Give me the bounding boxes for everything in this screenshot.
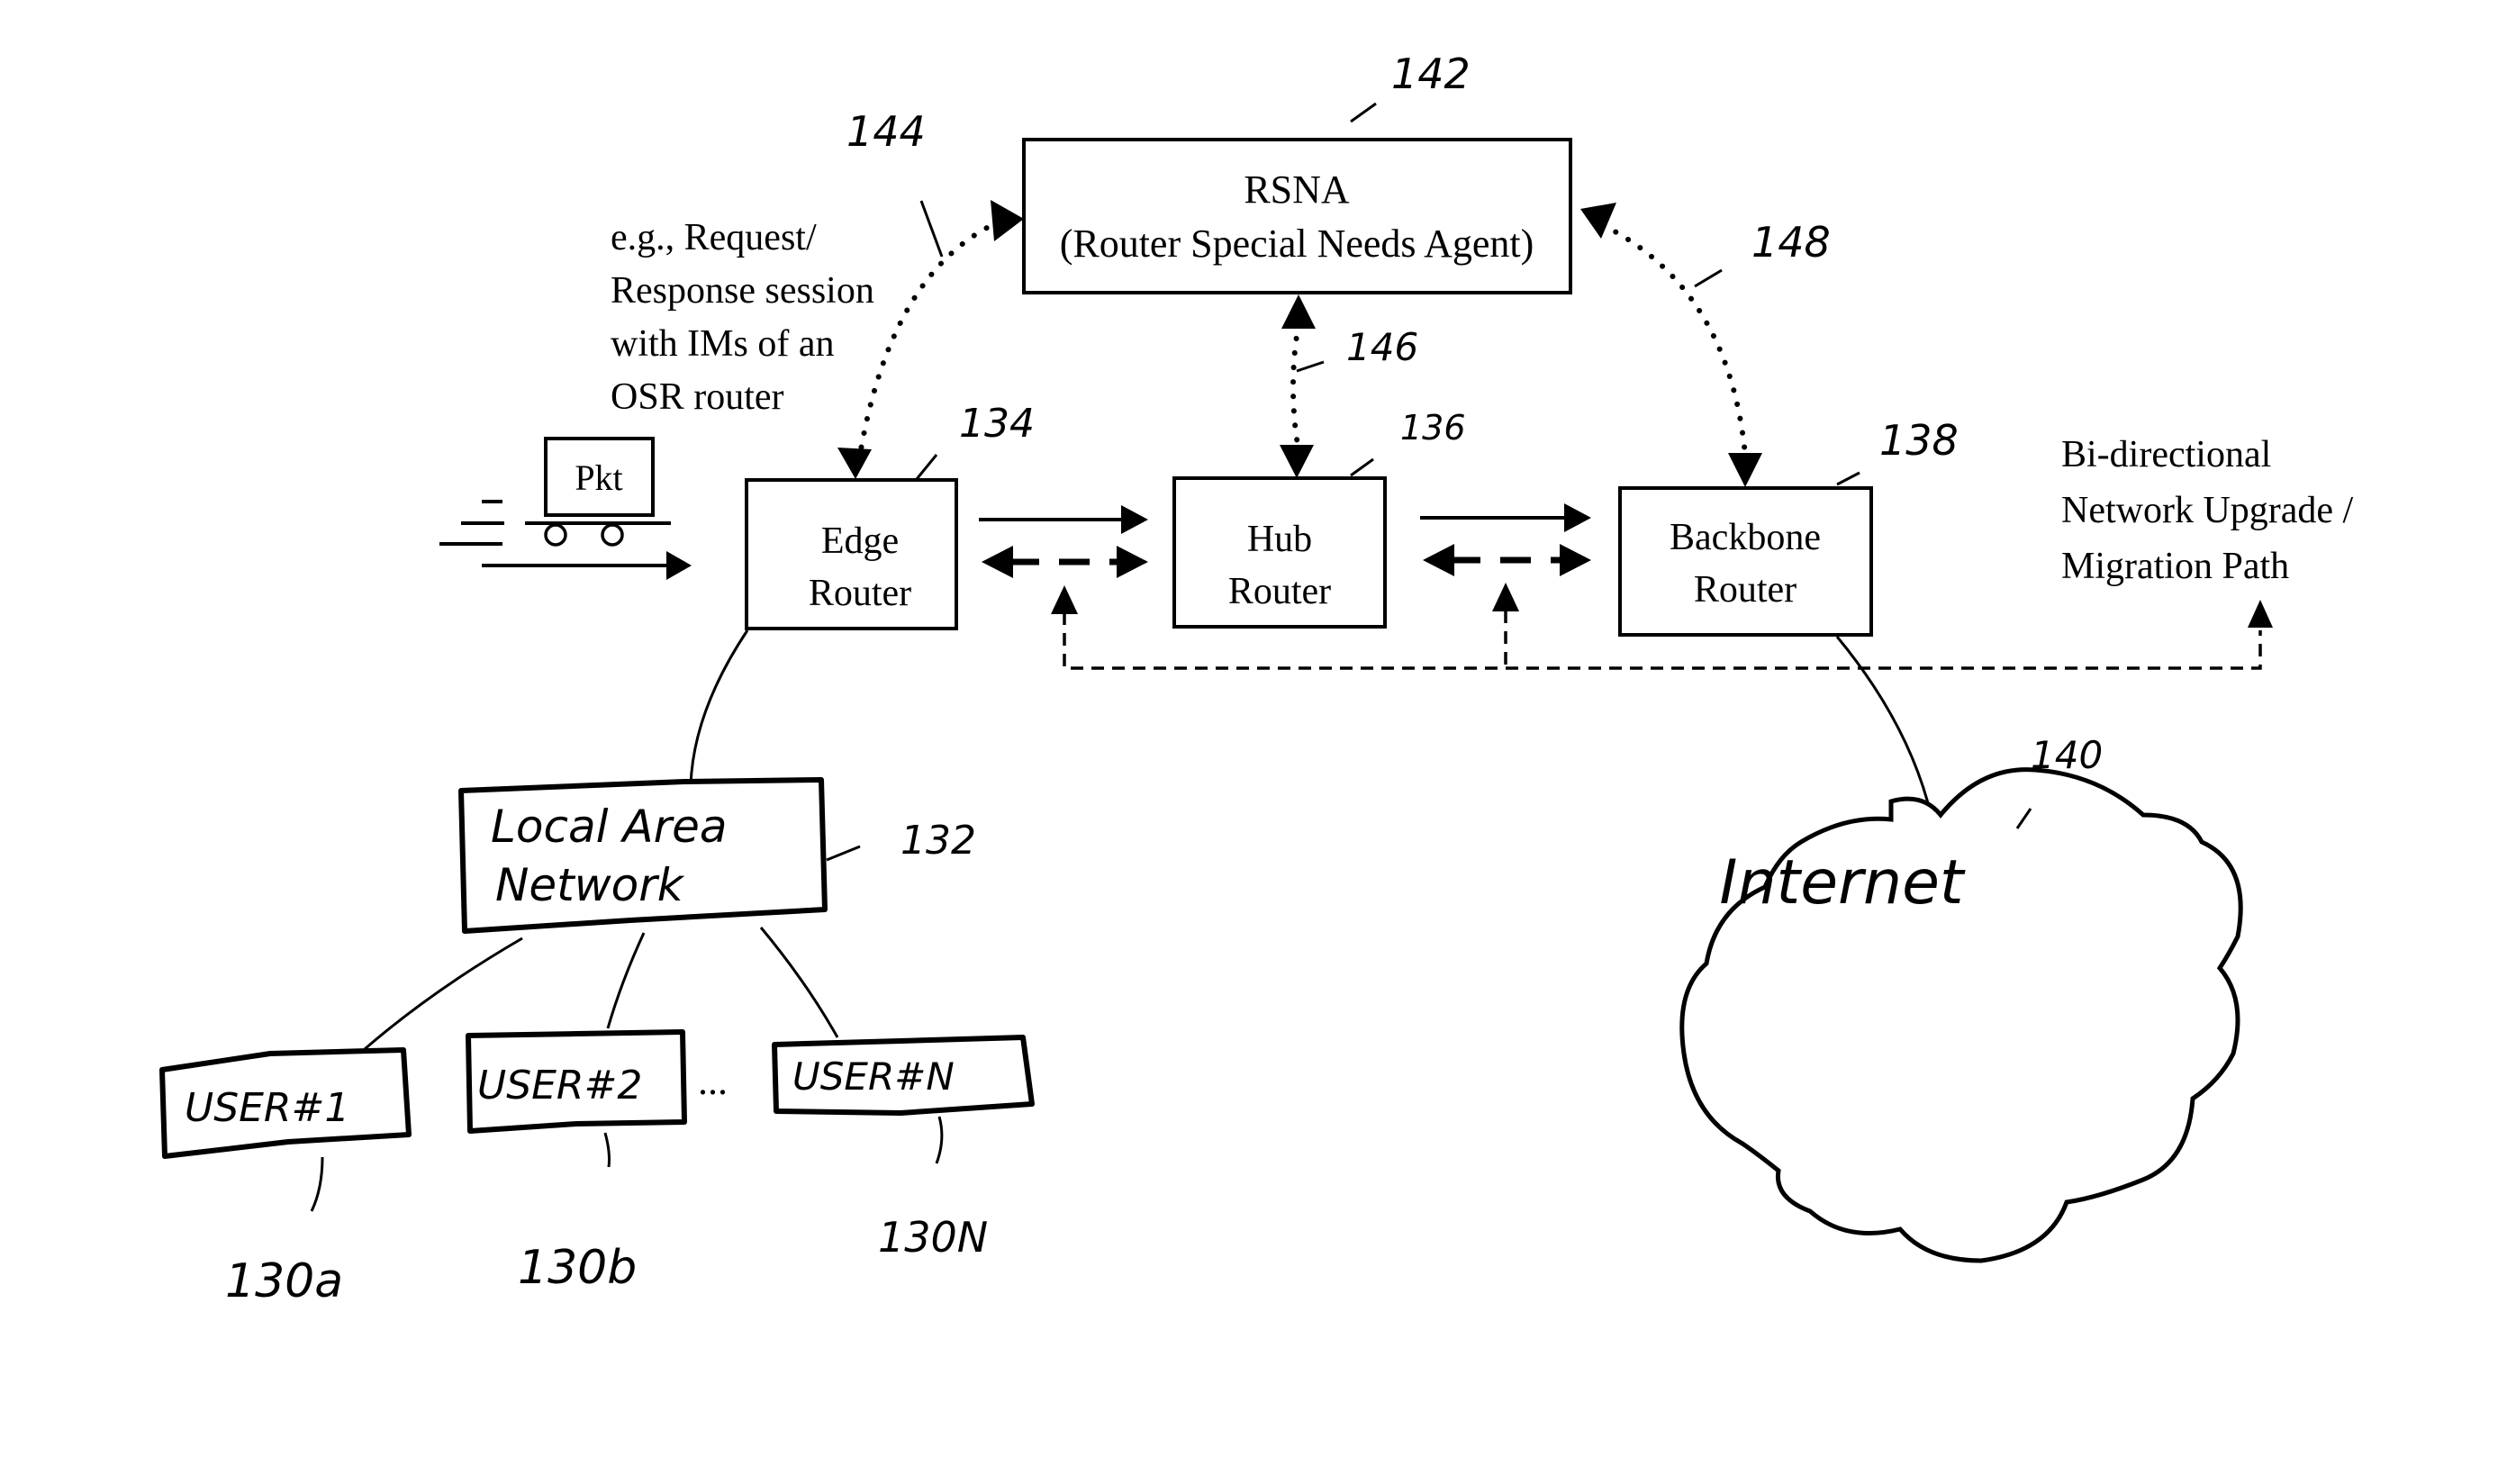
session-note: e.g., Request/ Response session with IMs… bbox=[611, 217, 874, 418]
rsna-ref-label: 142 bbox=[1391, 50, 1471, 98]
rsna-ref-leader bbox=[1350, 102, 1377, 123]
user-n-label: USER#N bbox=[792, 1054, 955, 1099]
packet-label: Pkt bbox=[575, 457, 622, 498]
rsna-hub-arrowhead-down bbox=[1280, 445, 1314, 478]
rsna-hub-dotted-link bbox=[1290, 321, 1301, 453]
backbone-router-line-2: Router bbox=[1694, 569, 1797, 611]
internet-cloud bbox=[1679, 767, 2243, 1263]
users-ellipsis: ... bbox=[698, 1059, 728, 1103]
user-2-ref-leader bbox=[603, 1132, 611, 1168]
backbone-router-line-1: Backbone bbox=[1670, 517, 1821, 558]
migration-arrowhead-hub-backbone bbox=[1492, 583, 1519, 611]
edge-hub-bidir-arrowhead-right bbox=[1117, 546, 1148, 578]
upgrade-note-line-3: Migration Path bbox=[2061, 546, 2289, 587]
packet-flow-arrowhead bbox=[666, 551, 692, 580]
packet-wheel-right bbox=[601, 523, 624, 547]
session-ref-label: 144 bbox=[846, 107, 926, 156]
edge-router-line-2: Router bbox=[809, 573, 911, 614]
rsna-hub-ref-label: 146 bbox=[1346, 325, 1418, 369]
edge-router-line-1: Edge bbox=[821, 520, 899, 562]
user-n-ref-leader bbox=[935, 1116, 944, 1164]
user-n-ref-label: 130N bbox=[878, 1213, 988, 1262]
user-2-ref-label: 130b bbox=[518, 1241, 637, 1295]
lan-ref-leader bbox=[826, 845, 861, 862]
backbone-router-ref-leader bbox=[1836, 471, 1860, 486]
rsna-edge-arrowhead-up bbox=[991, 200, 1024, 241]
session-ref-leader bbox=[919, 200, 944, 258]
hub-router-ref-label: 136 bbox=[1400, 408, 1466, 448]
edge-router-ref-leader bbox=[915, 454, 938, 480]
edge-hub-bidir-arrowhead-left bbox=[982, 546, 1013, 578]
user-1: USER#1 bbox=[159, 1047, 412, 1159]
edge-hub-forward-arrowhead bbox=[1121, 505, 1148, 534]
hub-backbone-bidir-arrowhead-right bbox=[1560, 544, 1591, 576]
lan-line-1: Local Area bbox=[491, 801, 728, 853]
session-note-line-3: with IMs of an bbox=[611, 323, 834, 365]
rsna-hub-arrowhead-up bbox=[1281, 294, 1316, 329]
user-2-label: USER#2 bbox=[477, 1063, 642, 1108]
hub-backbone-bidir-arrowhead-left bbox=[1423, 544, 1454, 576]
packet-truck: Pkt bbox=[439, 437, 692, 580]
edge-lan-link bbox=[689, 629, 749, 786]
upgrade-note: Bi-directional Network Upgrade / Migrati… bbox=[2061, 434, 2354, 587]
user-1-ref-leader bbox=[310, 1156, 324, 1212]
packet-wheel-left bbox=[544, 523, 567, 547]
rsna-backbone-arrowhead-up bbox=[1580, 203, 1616, 239]
backbone-router: Backbone Router bbox=[1618, 486, 1873, 637]
network-diagram: RSNA (Router Special Needs Agent) 142 e.… bbox=[159, 50, 2354, 1308]
migration-arrowhead-edge-hub bbox=[1051, 585, 1078, 614]
hub-router-ref-leader bbox=[1350, 457, 1374, 477]
session-note-line-4: OSR router bbox=[611, 376, 784, 418]
user-1-label: USER#1 bbox=[185, 1085, 349, 1131]
rsna-backbone-ref-leader bbox=[1694, 268, 1723, 288]
hub-backbone-forward-arrowhead bbox=[1564, 503, 1591, 532]
rsna-edge-arrowhead-down bbox=[837, 448, 872, 479]
hub-router-line-2: Router bbox=[1228, 571, 1331, 612]
rsna-box bbox=[1022, 138, 1572, 294]
rsna-title: RSNA bbox=[1244, 167, 1350, 212]
lan-line-2: Network bbox=[495, 859, 685, 911]
rsna-backbone-ref-label: 148 bbox=[1751, 218, 1831, 267]
edge-router: Edge Router bbox=[745, 478, 958, 630]
rsna-backbone-arrowhead-down bbox=[1728, 453, 1762, 487]
edge-router-ref-label: 134 bbox=[959, 401, 1035, 447]
internet-label: Internet bbox=[1719, 847, 1966, 918]
rsna-node: RSNA (Router Special Needs Agent) bbox=[1022, 138, 1572, 294]
user-n: USER#N bbox=[772, 1035, 1035, 1116]
internet-ref-label: 140 bbox=[2031, 733, 2103, 777]
rsna-backbone-dotted-link bbox=[1600, 222, 1748, 457]
session-note-line-1: e.g., Request/ bbox=[611, 217, 817, 258]
user-1-ref-label: 130a bbox=[225, 1254, 343, 1308]
lan-node: Local Area Network bbox=[458, 777, 828, 934]
upgrade-note-line-1: Bi-directional bbox=[2061, 434, 2271, 475]
lan-user2-link bbox=[606, 932, 646, 1029]
session-note-line-2: Response session bbox=[611, 270, 874, 312]
lan-userN-link bbox=[759, 927, 839, 1038]
lan-ref-label: 132 bbox=[901, 818, 976, 864]
rsna-subtitle: (Router Special Needs Agent) bbox=[1060, 222, 1534, 266]
hub-router-line-1: Hub bbox=[1247, 519, 1312, 560]
rsna-hub-ref-leader bbox=[1296, 360, 1325, 373]
upgrade-note-line-2: Network Upgrade / bbox=[2061, 490, 2354, 531]
backbone-router-ref-label: 138 bbox=[1879, 416, 1959, 465]
migration-arrowhead-right bbox=[2248, 600, 2273, 628]
hub-router: Hub Router bbox=[1172, 476, 1387, 629]
backbone-router-box bbox=[1618, 486, 1873, 637]
user-2: USER#2 bbox=[466, 1029, 687, 1134]
